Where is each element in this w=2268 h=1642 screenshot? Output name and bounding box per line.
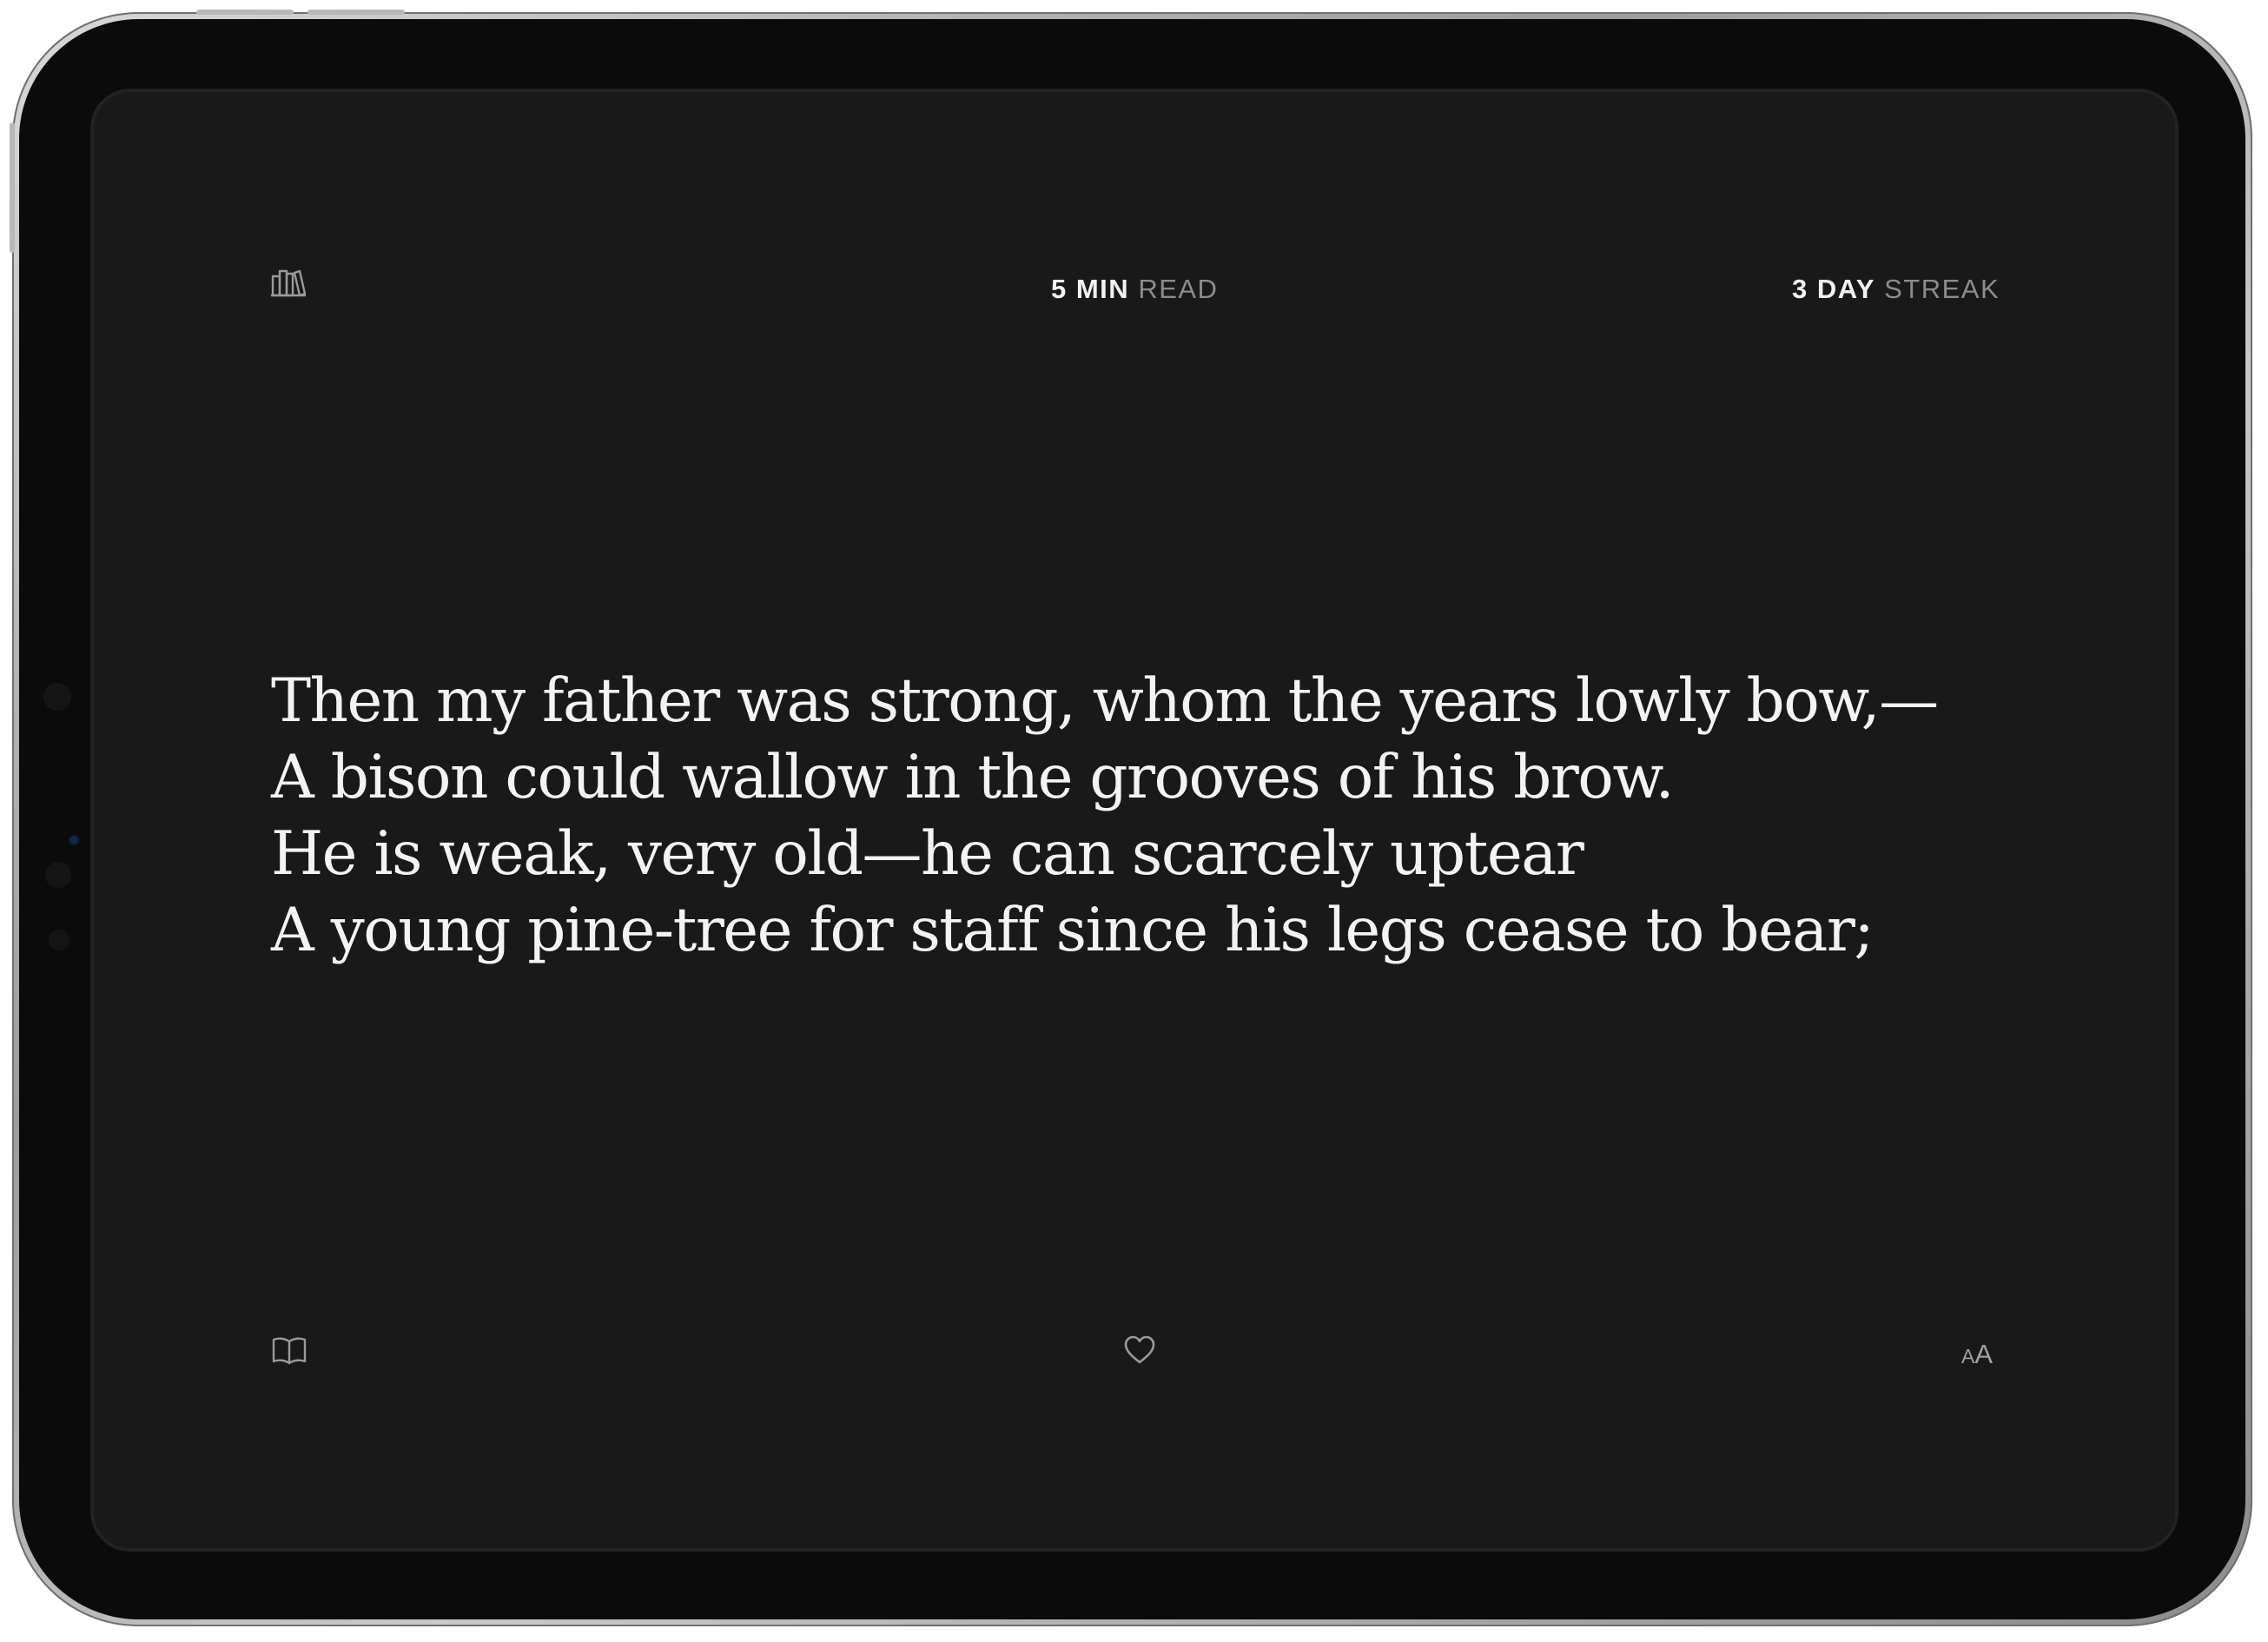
read-time-label: READ — [1138, 274, 1219, 304]
volume-up-button — [196, 10, 294, 15]
streak-value: 3 DAY — [1792, 274, 1875, 304]
front-sensor-lower — [45, 862, 71, 888]
font-size-small-a: A — [1961, 1345, 1975, 1367]
poem-text: Then my father was strong, whom the year… — [271, 663, 2052, 969]
volume-down-button — [307, 10, 405, 15]
font-size-large-a: A — [1974, 1339, 1994, 1369]
front-camera — [69, 836, 78, 844]
poem-line: He is weak, very old—he can scarcely upt… — [271, 819, 1584, 889]
font-size-icon[interactable]: AA — [1961, 1339, 1993, 1370]
poem-line: Then my father was strong, whom the year… — [271, 666, 1939, 736]
power-button — [10, 122, 15, 253]
front-sensor-bottom — [49, 930, 69, 950]
poem-line: A bison could wallow in the grooves of h… — [271, 743, 1675, 812]
read-time-indicator: 5 MIN READ — [1051, 274, 1218, 305]
library-icon[interactable] — [271, 266, 306, 297]
streak-indicator: 3 DAY STREAK — [1792, 274, 2000, 305]
streak-label: STREAK — [1884, 274, 2000, 304]
poem-line: A young pine-tree for staff since his le… — [271, 896, 1875, 965]
reader-screen: 5 MIN READ 3 DAY STREAK Then my father w… — [94, 92, 2175, 1548]
front-sensor — [43, 683, 71, 711]
book-icon[interactable] — [272, 1335, 307, 1365]
read-time-value: 5 MIN — [1051, 274, 1130, 304]
heart-icon[interactable] — [1124, 1335, 1155, 1365]
